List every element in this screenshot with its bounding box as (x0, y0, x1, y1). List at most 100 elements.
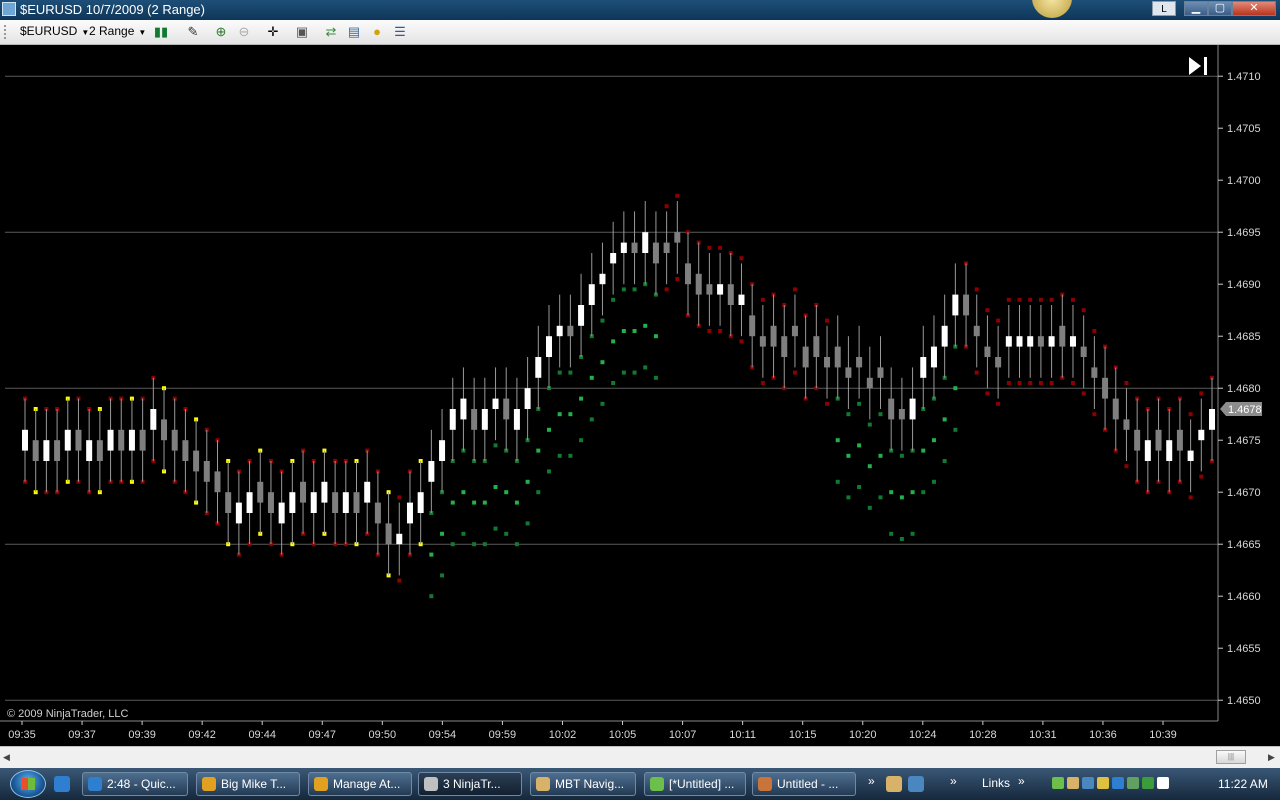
drawing-tool-icon[interactable]: ✎ (184, 23, 202, 41)
data-box-icon[interactable]: ☰ (391, 23, 409, 41)
horizontal-scrollbar[interactable]: ◀ ||| ▶ (0, 746, 1280, 769)
indicator-dot (461, 531, 466, 536)
tray-icon[interactable] (1067, 777, 1079, 789)
price-bar (64, 429, 71, 451)
taskbar-item-label: 3 NinjaTr... (443, 777, 501, 791)
tray-app-icon[interactable] (886, 776, 902, 792)
price-bar (620, 242, 627, 253)
link-button[interactable]: L (1152, 1, 1176, 16)
tray-icon[interactable] (1127, 777, 1139, 789)
price-bar (802, 346, 809, 368)
indicators-icon[interactable]: ▤ (345, 23, 363, 41)
taskbar-app-icon (202, 777, 216, 791)
indicator-dot (589, 417, 594, 422)
app-icon[interactable] (2, 2, 16, 16)
indicator-dot (1049, 381, 1054, 385)
price-bar (524, 388, 531, 409)
indicator-dot (707, 245, 712, 250)
quick-launch-icon[interactable] (54, 776, 70, 792)
grid-layer (0, 45, 1219, 722)
window-title-bar: $EURUSD 10/7/2009 (2 Range) L ▁ ▢ ✕ (0, 0, 1280, 20)
indicator-dot (953, 427, 958, 432)
indicator-dot (1188, 495, 1193, 500)
x-tick-label: 09:54 (429, 729, 457, 741)
price-bar (973, 325, 980, 337)
clock[interactable]: 11:22 AM (1218, 777, 1268, 791)
links-toolbar[interactable]: Links (982, 776, 1010, 790)
price-bar (813, 336, 820, 357)
tray-icon[interactable] (1112, 777, 1124, 789)
indicator-dot (536, 490, 541, 495)
tray-icon[interactable] (1157, 777, 1169, 789)
indicator-dot (514, 500, 519, 505)
indicator-dot (514, 542, 519, 547)
tray-icon[interactable] (1082, 777, 1094, 789)
interval-dropdown[interactable]: 2 Range ▼ (89, 24, 146, 38)
instrument-dropdown[interactable]: $EURUSD ▼ (20, 24, 89, 38)
close-button[interactable]: ✕ (1232, 1, 1276, 16)
chart-style-icon[interactable]: ▮▮ (152, 23, 170, 41)
price-bar (96, 440, 103, 461)
scroll-to-end-icon[interactable] (1187, 55, 1211, 77)
indicator-dot (1092, 329, 1097, 333)
tray-icon[interactable] (1097, 777, 1109, 789)
price-bar (439, 440, 446, 461)
links-overflow-icon[interactable]: » (1018, 774, 1025, 788)
x-axis: 09:35 09:37 09:39 09:42 09:44 09:47 09:50 09:54… (8, 721, 1177, 741)
indicator-dot (557, 412, 562, 417)
price-bar (1166, 440, 1173, 461)
toolbar-overflow-icon[interactable]: » (950, 774, 957, 788)
quick-launch-overflow-icon[interactable]: » (868, 774, 875, 788)
taskbar-item[interactable]: 3 NinjaTr... (418, 772, 522, 796)
taskbar-item[interactable]: Untitled - ... (752, 772, 856, 796)
price-bar (995, 357, 1002, 368)
taskbar-app-icon (536, 777, 550, 791)
toolbar-grip[interactable] (4, 25, 9, 39)
price-bar (43, 440, 50, 461)
scroll-right-icon[interactable]: ▶ (1268, 752, 1275, 763)
price-bar (727, 284, 734, 305)
tray-icon[interactable] (1052, 777, 1064, 789)
price-bar (738, 294, 745, 305)
desktop-icon[interactable] (908, 776, 924, 792)
chevron-down-icon: ▼ (138, 28, 147, 37)
price-bar (1134, 429, 1141, 451)
indicator-dot (1081, 391, 1086, 396)
indicator-dot (504, 490, 509, 495)
trade-icon[interactable]: ● (368, 23, 386, 41)
indicator-dot (546, 427, 551, 432)
taskbar-item[interactable]: [*Untitled] ... (644, 772, 746, 796)
indicator-dot (493, 485, 498, 489)
price-bar (599, 273, 606, 285)
indicator-dot (504, 531, 509, 536)
x-tick-label: 09:47 (308, 729, 336, 741)
taskbar-item[interactable]: Manage At... (308, 772, 412, 796)
price-bar (139, 429, 146, 451)
price-bar (631, 242, 638, 253)
start-button[interactable] (10, 770, 46, 798)
properties-icon[interactable]: ▣ (293, 23, 311, 41)
price-bar (235, 502, 242, 524)
taskbar-item[interactable]: 2:48 - Quic... (82, 772, 188, 796)
price-bar (898, 409, 905, 420)
price-bar (845, 367, 852, 378)
taskbar-item[interactable]: MBT Navig... (530, 772, 636, 796)
strategies-icon[interactable]: ⇄ (322, 23, 340, 41)
price-bar (749, 315, 756, 337)
price-bar (150, 409, 157, 430)
zoom-out-icon[interactable]: ⊖ (235, 23, 253, 41)
price-bar (963, 294, 970, 316)
tray-icon[interactable] (1142, 777, 1154, 789)
minimize-button[interactable]: ▁ (1184, 1, 1208, 16)
price-chart[interactable]: 1.4710 1.4705 1.4700 1.4695 1.4690 1.4685 1.46… (0, 45, 1280, 745)
scroll-left-icon[interactable]: ◀ (3, 752, 10, 763)
crosshair-icon[interactable]: ✛ (264, 23, 282, 41)
taskbar-item[interactable]: Big Mike T... (196, 772, 300, 796)
x-tick-label: 10:20 (849, 729, 877, 741)
price-bar (1112, 398, 1119, 420)
scrollbar-thumb[interactable]: ||| (1216, 750, 1246, 764)
indicator-dot (910, 490, 915, 495)
x-tick-label: 10:39 (1149, 729, 1177, 741)
zoom-in-icon[interactable]: ⊕ (212, 23, 230, 41)
maximize-button[interactable]: ▢ (1208, 1, 1232, 16)
